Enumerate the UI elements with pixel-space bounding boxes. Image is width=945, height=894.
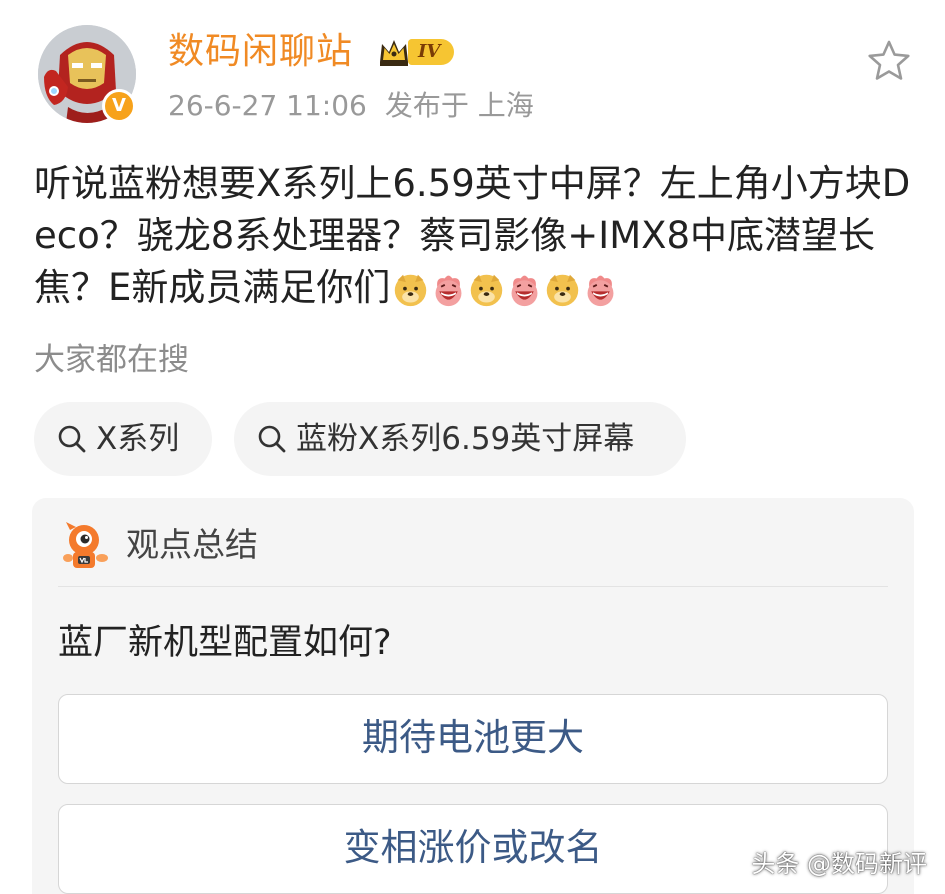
post-location: 发布于 上海: [384, 89, 534, 122]
search-chip[interactable]: X系列: [34, 402, 212, 476]
trending-search-label: 大家都在搜: [34, 342, 189, 378]
post-timestamp: 26-6-27 11:06: [168, 89, 367, 122]
opinion-summary-card: 观点总结 蓝厂新机型配置如何? 期待电池更大 变相涨价或改名: [32, 498, 914, 894]
summary-title: 观点总结: [126, 525, 258, 564]
watermark: 头条 @数码新评: [751, 850, 927, 878]
haha-emoji-icon: [511, 275, 538, 307]
search-chip[interactable]: 蓝粉X系列6.59英寸屏幕: [234, 402, 686, 476]
search-chip-label: X系列: [96, 421, 180, 457]
poll-question: 蓝厂新机型配置如何?: [58, 623, 392, 663]
search-chip-label: 蓝粉X系列6.59英寸屏幕: [296, 421, 635, 457]
vip-badge: IV: [376, 34, 455, 70]
search-icon: [58, 425, 86, 453]
card-divider: [58, 586, 888, 587]
weibo-post-page: V 数码闲聊站 IV 26-6-27 11:06 发布于 上海 听说蓝粉想要X系列…: [0, 0, 945, 894]
favorite-button[interactable]: [866, 38, 912, 84]
crown-icon: [380, 40, 408, 66]
verified-badge: V: [102, 89, 136, 123]
star-icon: [868, 40, 910, 80]
post-body: 听说蓝粉想要X系列上6.59英寸中屏？左上角小方块Deco？骁龙8系处理器？蔡司…: [34, 158, 914, 314]
post-meta: 26-6-27 11:06 发布于 上海: [168, 86, 534, 126]
author-avatar[interactable]: V: [38, 25, 136, 123]
doge-emoji-icon: [395, 274, 427, 307]
mascot-icon: [63, 522, 108, 568]
search-icon: [258, 425, 286, 453]
vip-level-label: IV: [408, 39, 455, 65]
emoji-row: [392, 271, 620, 308]
haha-emoji-icon: [435, 275, 462, 307]
poll-option-button[interactable]: 期待电池更大: [58, 694, 888, 784]
doge-emoji-icon: [471, 274, 503, 307]
author-name[interactable]: 数码闲聊站: [168, 28, 353, 76]
doge-emoji-icon: [547, 274, 579, 307]
haha-emoji-icon: [587, 275, 614, 307]
